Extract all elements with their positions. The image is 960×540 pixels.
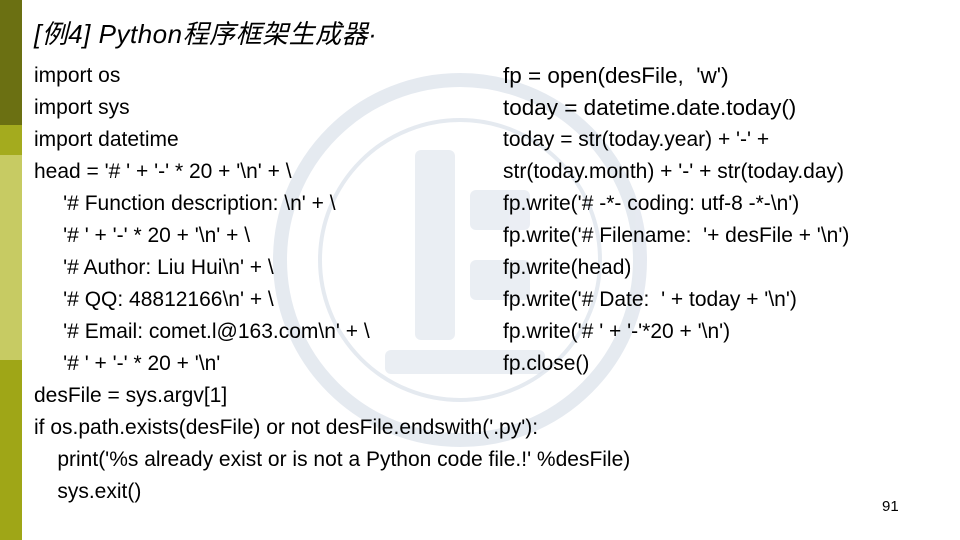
code-block-right: fp = open(desFile, 'w') today = datetime… [503, 60, 849, 380]
code-line: fp.close() [503, 352, 590, 375]
code-line: str(today.month) + '-' + str(today.day) [503, 160, 845, 183]
accent-bar-top [0, 0, 22, 125]
code-line: print('%s already exist or is not a Pyth… [34, 448, 631, 471]
code-line: sys.exit() [34, 480, 142, 503]
slide-title: [例4] Python程序框架生成器· [34, 19, 378, 49]
code-line: fp.write('# Date: ' + today + '\n') [503, 288, 797, 311]
code-line: fp = open(desFile, 'w') [503, 63, 729, 88]
accent-bar-light [0, 155, 22, 360]
code-line: desFile = sys.argv[1] [34, 384, 228, 407]
page-number: 91 [882, 498, 899, 515]
code-line: fp.write('# ' + '-'*20 + '\n') [503, 320, 731, 343]
code-line: today = datetime.date.today() [503, 95, 797, 120]
code-line: if os.path.exists(desFile) or not desFil… [34, 416, 539, 439]
code-line: fp.write(head) [503, 256, 632, 279]
accent-bar-mid [0, 125, 22, 155]
code-line: fp.write('# Filename: '+ desFile + '\n') [503, 224, 850, 247]
code-line: today = str(today.year) + '-' + [503, 128, 770, 151]
accent-bar-bottom [0, 360, 22, 540]
code-line: fp.write('# -*- coding: utf-8 -*-\n') [503, 192, 800, 215]
